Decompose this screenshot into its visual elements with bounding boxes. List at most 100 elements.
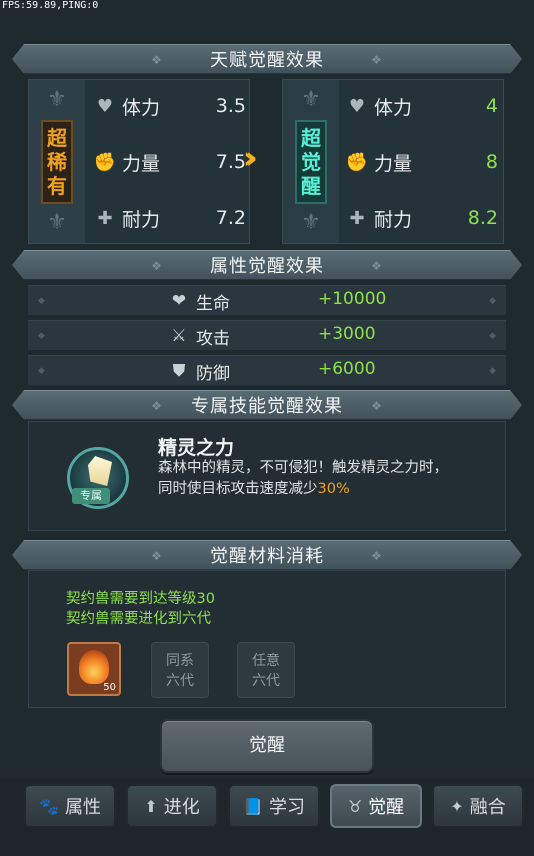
tab-awaken[interactable]: ♉ 觉醒 <box>330 784 422 828</box>
rarity-column-after: ⚜ 超觉醒 ⚜ <box>283 80 339 243</box>
material-slot-any[interactable]: 任意 六代 <box>237 642 295 698</box>
material-count: 50 <box>103 682 116 693</box>
stat-row-endurance-before: ✚ 耐力 <box>94 198 160 238</box>
book-icon: 📘 <box>243 796 263 816</box>
requirement-level: 契约兽需要到达等级30 <box>66 591 215 607</box>
fist-icon: ✊ <box>93 151 117 173</box>
tab-evolve[interactable]: ⬆ 进化 <box>126 784 218 828</box>
skill-section-header: ❖ 专属技能觉醒效果 ❖ <box>12 390 522 420</box>
fps-counter: FPS:59.89,PING:0 <box>2 0 99 11</box>
heart-icon: ♥ <box>348 95 366 117</box>
slot-line2: 六代 <box>166 673 194 689</box>
diamond-icon: ◆ <box>38 366 45 376</box>
ornament-left-icon: ❖ <box>151 53 163 67</box>
material-section-header: ❖ 觉醒材料消耗 ❖ <box>12 540 522 570</box>
skill-description: 森林中的精灵，不可侵犯！触发精灵之力时， 同时使目标攻击速度减少30% <box>158 458 488 500</box>
rarity-badge-after: 超觉醒 <box>295 119 327 204</box>
material-item-fire-beast[interactable]: 50 <box>67 642 121 696</box>
attr-section-header: ❖ 属性觉醒效果 ❖ <box>12 250 522 280</box>
rarity-column-before: ⚜ 超稀有 ⚜ <box>29 80 85 243</box>
stat-value-endurance-after: 8.2 <box>467 207 498 229</box>
tab-label: 觉醒 <box>368 797 405 818</box>
diamond-icon: ◆ <box>489 366 496 376</box>
stat-row-stamina-after: ♥ 体力 <box>346 86 412 126</box>
attr-label: 攻击 <box>196 329 230 349</box>
shield-heart-icon: ❤ <box>171 291 187 311</box>
crest-top-icon: ⚜ <box>47 87 67 112</box>
tab-label: 融合 <box>469 797 506 818</box>
rarity-badge-before: 超稀有 <box>41 119 73 204</box>
skill-desc-highlight: 30% <box>317 481 350 497</box>
stat-row-strength-before: ✊ 力量 <box>94 142 160 182</box>
stat-value-strength-before: 7.5 <box>215 151 246 173</box>
stat-label: 体力 <box>374 96 413 119</box>
crystal-icon <box>88 456 112 486</box>
stat-label: 力量 <box>374 152 413 175</box>
crest-bottom-icon: ⚜ <box>301 210 321 235</box>
diamond-icon: ◆ <box>489 296 496 306</box>
fire-beast-icon <box>79 650 109 684</box>
heart-icon: ♥ <box>96 95 114 117</box>
material-slot-same-series[interactable]: 同系 六代 <box>151 642 209 698</box>
stat-row-stamina-before: ♥ 体力 <box>94 86 160 126</box>
diamond-icon: ◆ <box>38 296 45 306</box>
ornament-left-icon: ❖ <box>151 399 163 413</box>
paw-icon: 🐾 <box>39 796 59 816</box>
stat-row-strength-after: ✊ 力量 <box>346 142 412 182</box>
tab-attributes[interactable]: 🐾 属性 <box>24 784 116 828</box>
ornament-right-icon: ❖ <box>371 259 383 273</box>
slot-line1: 同系 <box>166 653 194 669</box>
attr-section-title: 属性觉醒效果 <box>210 256 324 277</box>
crest-top-icon: ⚜ <box>301 87 321 112</box>
stat-row-endurance-after: ✚ 耐力 <box>346 198 412 238</box>
attr-label: 生命 <box>196 294 230 314</box>
skill-name: 精灵之力 <box>158 437 235 459</box>
horned-mask-icon: ♉ <box>347 796 363 816</box>
attr-label: 防御 <box>196 364 230 384</box>
material-section-title: 觉醒材料消耗 <box>210 546 324 567</box>
endurance-icon: ✚ <box>349 207 365 229</box>
ornament-left-icon: ❖ <box>151 259 163 273</box>
stat-label: 耐力 <box>374 208 413 231</box>
tab-learn[interactable]: 📘 学习 <box>228 784 320 828</box>
stat-value-stamina-before: 3.5 <box>215 95 246 117</box>
skill-icon[interactable]: 专属 <box>67 447 129 509</box>
attr-value: +10000 <box>318 289 387 309</box>
skill-desc-line1: 森林中的精灵，不可侵犯！触发精灵之力时， <box>158 460 448 476</box>
fist-icon: ✊ <box>345 151 369 173</box>
ornament-right-icon: ❖ <box>371 399 383 413</box>
tab-fuse[interactable]: ✦ 融合 <box>432 784 524 828</box>
ornament-right-icon: ❖ <box>371 53 383 67</box>
sword-icon: ⚔ <box>171 326 187 346</box>
stat-label: 体力 <box>122 96 161 119</box>
slot-line1: 任意 <box>252 653 280 669</box>
crest-bottom-icon: ⚜ <box>47 210 67 235</box>
ornament-right-icon: ❖ <box>371 549 383 563</box>
attr-row-hp: ◆ ❤ 生命 +10000 ◆ <box>28 285 506 315</box>
tab-label: 进化 <box>163 797 200 818</box>
skill-desc-text: 同时使目标攻击速度减少 <box>158 481 318 497</box>
shield-icon: ⛊ <box>172 361 186 381</box>
tab-label: 属性 <box>64 797 101 818</box>
talent-section-title: 天赋觉醒效果 <box>210 50 324 71</box>
attr-value: +6000 <box>318 359 376 379</box>
slot-line2: 六代 <box>252 673 280 689</box>
arrow-up-icon: ⬆ <box>144 796 158 816</box>
diamond-icon: ◆ <box>38 331 45 341</box>
ornament-left-icon: ❖ <box>151 549 163 563</box>
attr-row-attack: ◆ ⚔ 攻击 +3000 ◆ <box>28 320 506 350</box>
diamond-icon: ◆ <box>489 331 496 341</box>
beast-icon: ✦ <box>450 796 464 816</box>
exclusive-tag: 专属 <box>72 488 110 504</box>
awaken-button[interactable]: 觉醒 <box>160 719 374 773</box>
talent-section-header: ❖ 天赋觉醒效果 ❖ <box>12 44 522 74</box>
double-chevron-right-icon: ›› <box>243 141 257 176</box>
stat-label: 耐力 <box>122 208 161 231</box>
skill-desc-line2: 同时使目标攻击速度减少30% <box>158 479 488 500</box>
stat-value-endurance-before: 7.2 <box>215 207 246 229</box>
stat-value-stamina-after: 4 <box>485 95 498 117</box>
tab-label: 学习 <box>268 797 305 818</box>
endurance-icon: ✚ <box>97 207 113 229</box>
skill-section-title: 专属技能觉醒效果 <box>191 396 343 417</box>
requirement-evolution: 契约兽需要进化到六代 <box>66 611 211 627</box>
